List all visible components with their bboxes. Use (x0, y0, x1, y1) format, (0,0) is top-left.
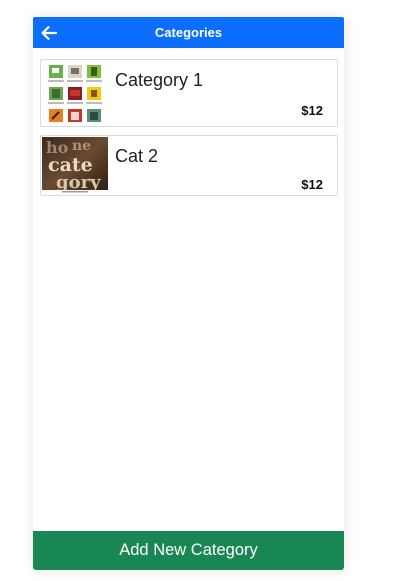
category-card[interactable]: ho ne cate gory Cat 2 $12 (40, 135, 338, 196)
arrow-left-icon (41, 25, 57, 40)
page-title: Categories (154, 25, 223, 40)
app-bar: Categories (33, 17, 344, 48)
category-grid-thumbnail (42, 61, 108, 125)
svg-text:ne: ne (72, 138, 91, 154)
category-letters-thumbnail: ho ne cate gory (42, 137, 108, 194)
category-price: $12 (301, 103, 323, 118)
app-screen: Categories Category 1 $12 ho ne cate gor… (33, 17, 344, 570)
add-category-button[interactable]: Add New Category (33, 531, 344, 570)
back-button[interactable] (38, 22, 60, 43)
category-card[interactable]: Category 1 $12 (40, 59, 338, 127)
svg-text:gory: gory (56, 172, 101, 193)
category-title: Category 1 (115, 70, 204, 90)
category-list: Category 1 $12 ho ne cate gory Cat 2 $12 (40, 59, 338, 204)
category-title: Cat 2 (115, 146, 159, 166)
category-price: $12 (301, 177, 323, 192)
